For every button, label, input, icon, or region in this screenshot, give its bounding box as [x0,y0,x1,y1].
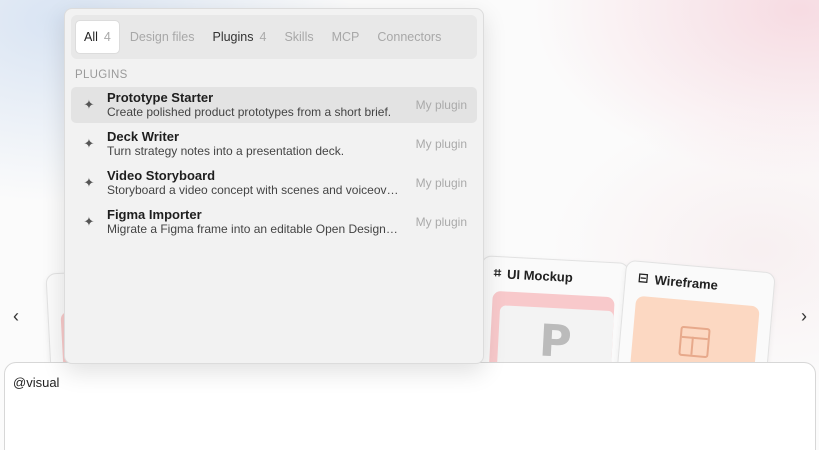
section-title-plugins: PLUGINS [75,69,128,81]
hash-icon: ⌗ [493,264,502,281]
carousel-next-button[interactable]: › [793,305,815,327]
plugin-item[interactable]: ✦ Prototype Starter Create polished prod… [71,87,477,123]
tab-design-files[interactable]: Design files [122,20,203,54]
tab-skills[interactable]: Skills [276,20,321,54]
plugin-name: Deck Writer [107,129,180,144]
tab-label: Connectors [377,30,442,44]
tab-label: Design files [129,30,195,44]
prompt-input[interactable]: @visual [4,362,816,450]
tab-label: Plugins [212,30,254,44]
plugin-name: Figma Importer [107,207,202,222]
tab-label: All [84,30,98,44]
plugin-description: Create polished product prototypes from … [107,105,392,119]
card-title: UI Mockup [506,266,574,285]
tab-connectors[interactable]: Connectors [369,20,449,54]
plugin-name: Video Storyboard [107,168,216,183]
tab-count: 4 [259,30,267,44]
plugin-description: Storyboard a video concept with scenes a… [107,183,399,197]
sparkle-icon: ✦ [83,175,95,190]
mention-popup: All 4 Design files Plugins 4 Skills MCP … [64,8,484,364]
card-header: ⌗ UI Mockup [481,256,628,296]
plugin-description: Migrate a Figma frame into an editable O… [107,222,399,236]
plugin-item[interactable]: ✦ Video Storyboard Storyboard a video co… [71,165,477,201]
plugin-tag: My plugin [415,98,467,112]
chevron-right-icon: › [801,305,807,326]
plugin-tag: My plugin [415,137,467,151]
sparkle-icon: ✦ [83,97,95,112]
carousel-prev-button[interactable]: ‹ [5,305,27,327]
tab-label: MCP [331,30,360,44]
chevron-left-icon: ‹ [13,305,19,326]
tab-label: Skills [284,30,314,44]
popup-tabs: All 4 Design files Plugins 4 Skills MCP … [71,15,477,59]
plugin-name: Prototype Starter [107,90,214,105]
sparkle-icon: ✦ [83,214,95,229]
tab-mcp[interactable]: MCP [324,20,368,54]
plugin-item[interactable]: ✦ Deck Writer Turn strategy notes into a… [71,126,477,162]
sparkle-icon: ✦ [83,136,95,151]
prompt-text: @visual [13,375,60,390]
card-title: Wireframe [654,271,719,293]
tab-count: 4 [103,30,111,44]
tab-all[interactable]: All 4 [75,20,120,54]
layout-icon: ⊟ [637,269,650,286]
plugin-tag: My plugin [415,176,467,190]
wireframe-layout-icon [678,325,711,359]
plugin-item[interactable]: ✦ Figma Importer Migrate a Figma frame i… [71,204,477,240]
plugin-tag: My plugin [415,215,467,229]
plugin-description: Turn strategy notes into a presentation … [107,144,345,158]
tab-plugins[interactable]: Plugins 4 [204,20,274,54]
